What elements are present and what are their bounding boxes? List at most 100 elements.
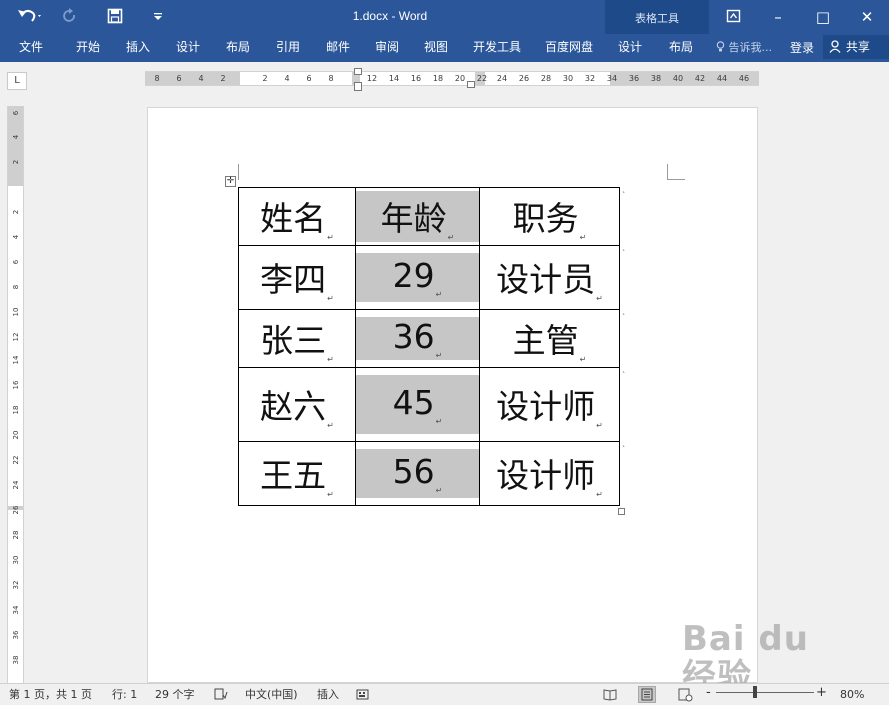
maximize-button[interactable]: □ (801, 4, 845, 30)
tab-review[interactable]: 审阅 (375, 39, 399, 55)
ruler-number: 2 (12, 159, 20, 165)
ruler-number: 8 (328, 74, 334, 83)
redo-icon[interactable] (62, 6, 78, 28)
zoom-slider[interactable] (716, 692, 814, 693)
minimize-button[interactable]: – (756, 4, 800, 30)
tab-references[interactable]: 引用 (276, 39, 300, 55)
paragraph-mark: ↵ (327, 420, 334, 430)
document-title: 1.docx - Word (352, 9, 428, 23)
ruler-number: 18 (432, 74, 444, 83)
tell-me-label: 告诉我... (728, 41, 773, 54)
tab-home[interactable]: 开始 (76, 39, 100, 55)
table-resize-handle[interactable] (618, 508, 625, 515)
macro-record-icon[interactable] (356, 688, 369, 705)
language-indicator[interactable]: 中文(中国) (245, 688, 298, 702)
table-cell[interactable]: 36↵ (355, 309, 480, 368)
close-button[interactable]: ✕ (845, 4, 889, 30)
paragraph-mark: ↵ (579, 232, 587, 242)
print-layout-icon[interactable] (638, 686, 656, 703)
table-cell[interactable]: 主管↵ (479, 309, 620, 368)
save-icon[interactable] (107, 6, 123, 28)
table-cell[interactable]: 张三↵ (238, 309, 356, 368)
ruler-margin-top (8, 106, 23, 186)
end-of-row-mark: ˋ (622, 445, 626, 454)
cell-text: 36 (392, 317, 435, 356)
ruler-number: 6 (306, 74, 312, 83)
table-row[interactable]: 王五↵ 56↵ 设计师↵ (238, 441, 620, 506)
zoom-level[interactable]: 80% (840, 688, 864, 702)
tab-mailings[interactable]: 邮件 (326, 39, 350, 55)
ruler-number: 20 (12, 430, 20, 440)
tab-table-layout[interactable]: 布局 (669, 39, 693, 55)
ruler-number: 30 (562, 74, 574, 83)
vertical-ruler[interactable]: 6 4 2 2 4 6 8 10 12 14 16 18 20 22 24 26 28 30 32 34 36 38 (7, 106, 24, 683)
ruler-number: 36 (12, 630, 20, 640)
end-of-row-mark: ˋ (622, 313, 626, 322)
table-cell[interactable]: 姓名↵ (238, 187, 356, 246)
tab-layout[interactable]: 布局 (226, 39, 250, 55)
table-row[interactable]: 姓名↵ 年龄↵ 职务↵ (238, 187, 620, 246)
tab-insert[interactable]: 插入 (126, 39, 150, 55)
zoom-slider-thumb[interactable] (753, 686, 757, 698)
page-count[interactable]: 第 1 页，共 1 页 (9, 688, 92, 702)
tab-file[interactable]: 文件 (19, 39, 43, 55)
right-indent-marker[interactable] (467, 81, 475, 88)
table-cell[interactable]: 王五↵ (238, 441, 356, 506)
table-row[interactable]: 赵六↵ 45↵ 设计师↵ (238, 367, 620, 442)
zoom-out-button[interactable]: - (706, 686, 711, 700)
cell-text: 赵六 (260, 386, 327, 426)
table-move-handle[interactable]: ✛ (225, 176, 236, 187)
table-cell[interactable]: 设计师↵ (479, 367, 620, 442)
tab-selector[interactable]: L (7, 72, 27, 90)
paragraph-mark: ↵ (327, 354, 334, 364)
cell-text: 56 (392, 452, 435, 491)
table-cell[interactable]: 56↵ (355, 441, 480, 506)
data-table[interactable]: 姓名↵ 年龄↵ 职务↵ 李四↵ 29↵ 设计员↵ 张三↵ 36↵ 主管↵ 赵六↵ 45↵ 设计师↵ 王五… (238, 187, 620, 506)
sign-in-link[interactable]: 登录 (790, 39, 814, 56)
tab-table-design[interactable]: 设计 (618, 39, 642, 55)
move-arrows-icon: ✛ (226, 176, 235, 186)
paragraph-mark: ↵ (327, 293, 334, 303)
hanging-indent-marker[interactable] (354, 82, 362, 91)
table-cell[interactable]: 设计员↵ (479, 245, 620, 310)
undo-icon[interactable] (16, 6, 44, 28)
ruler-number: 2 (220, 74, 226, 83)
table-cell[interactable]: 李四↵ (238, 245, 356, 310)
ruler-number: 44 (716, 74, 728, 83)
horizontal-ruler[interactable]: 8 6 4 2 2 4 6 8 12 14 16 18 20 22 24 26 28 30 32 34 36 38 40 42… (145, 68, 759, 91)
tab-design[interactable]: 设计 (176, 39, 200, 55)
share-button[interactable]: 共享 (823, 35, 889, 59)
cell-text: 设计师 (496, 386, 596, 426)
first-line-indent-marker[interactable] (354, 68, 362, 75)
paragraph-mark: ↵ (327, 232, 334, 242)
tell-me-search[interactable]: 告诉我... (716, 39, 772, 55)
table-cell[interactable]: 29↵ (355, 245, 480, 310)
table-row[interactable]: 李四↵ 29↵ 设计员↵ (238, 245, 620, 310)
ruler-number: 4 (284, 74, 290, 83)
paragraph-mark: ↵ (596, 489, 603, 499)
tab-view[interactable]: 视图 (424, 39, 448, 55)
ruler-number: 16 (410, 74, 422, 83)
customize-qat-icon[interactable] (152, 6, 164, 28)
table-cell[interactable]: 职务↵ (479, 187, 620, 246)
tab-baidu-netdisk[interactable]: 百度网盘 (545, 39, 593, 55)
ribbon-display-options-icon[interactable] (726, 6, 742, 28)
ruler-number: 46 (738, 74, 750, 83)
table-cell[interactable]: 赵六↵ (238, 367, 356, 442)
table-row[interactable]: 张三↵ 36↵ 主管↵ (238, 309, 620, 368)
table-cell[interactable]: 年龄↵ (355, 187, 480, 246)
ruler-number: 4 (198, 74, 204, 83)
table-cell[interactable]: 设计师↵ (479, 441, 620, 506)
ruler-number: 34 (606, 74, 618, 83)
proofing-icon[interactable] (214, 688, 228, 705)
table-cell[interactable]: 45↵ (355, 367, 480, 442)
web-layout-icon[interactable] (676, 686, 694, 703)
read-mode-icon[interactable] (601, 686, 619, 703)
word-count[interactable]: 29 个字 (155, 688, 195, 702)
ruler-number: 2 (12, 209, 20, 215)
tab-developer[interactable]: 开发工具 (473, 39, 521, 55)
insert-mode[interactable]: 插入 (317, 688, 339, 702)
zoom-in-button[interactable]: + (816, 686, 827, 700)
ruler-number: 42 (694, 74, 706, 83)
paragraph-mark: ↵ (447, 232, 455, 242)
